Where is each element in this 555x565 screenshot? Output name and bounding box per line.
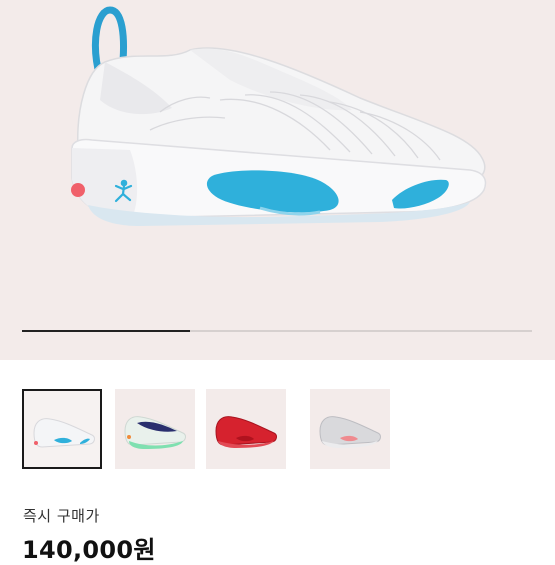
shoe-image bbox=[319, 416, 381, 448]
instant-purchase-label: 즉시 구매가 bbox=[23, 507, 100, 525]
shoe-image bbox=[215, 416, 277, 448]
image-progress-fill bbox=[22, 330, 191, 332]
shoe-image bbox=[33, 418, 95, 448]
thumbnail-white-green-navy[interactable] bbox=[115, 389, 195, 469]
image-progress-track bbox=[22, 330, 532, 332]
thumbnail-red[interactable] bbox=[206, 389, 286, 469]
thumbnail-white-blue[interactable] bbox=[22, 389, 102, 469]
price-value: 140,000원 bbox=[22, 536, 156, 564]
product-image-area[interactable] bbox=[0, 0, 555, 360]
product-image-main bbox=[71, 6, 487, 226]
thumbnail-grey-pink[interactable] bbox=[310, 389, 390, 469]
shoe-image bbox=[124, 416, 186, 449]
